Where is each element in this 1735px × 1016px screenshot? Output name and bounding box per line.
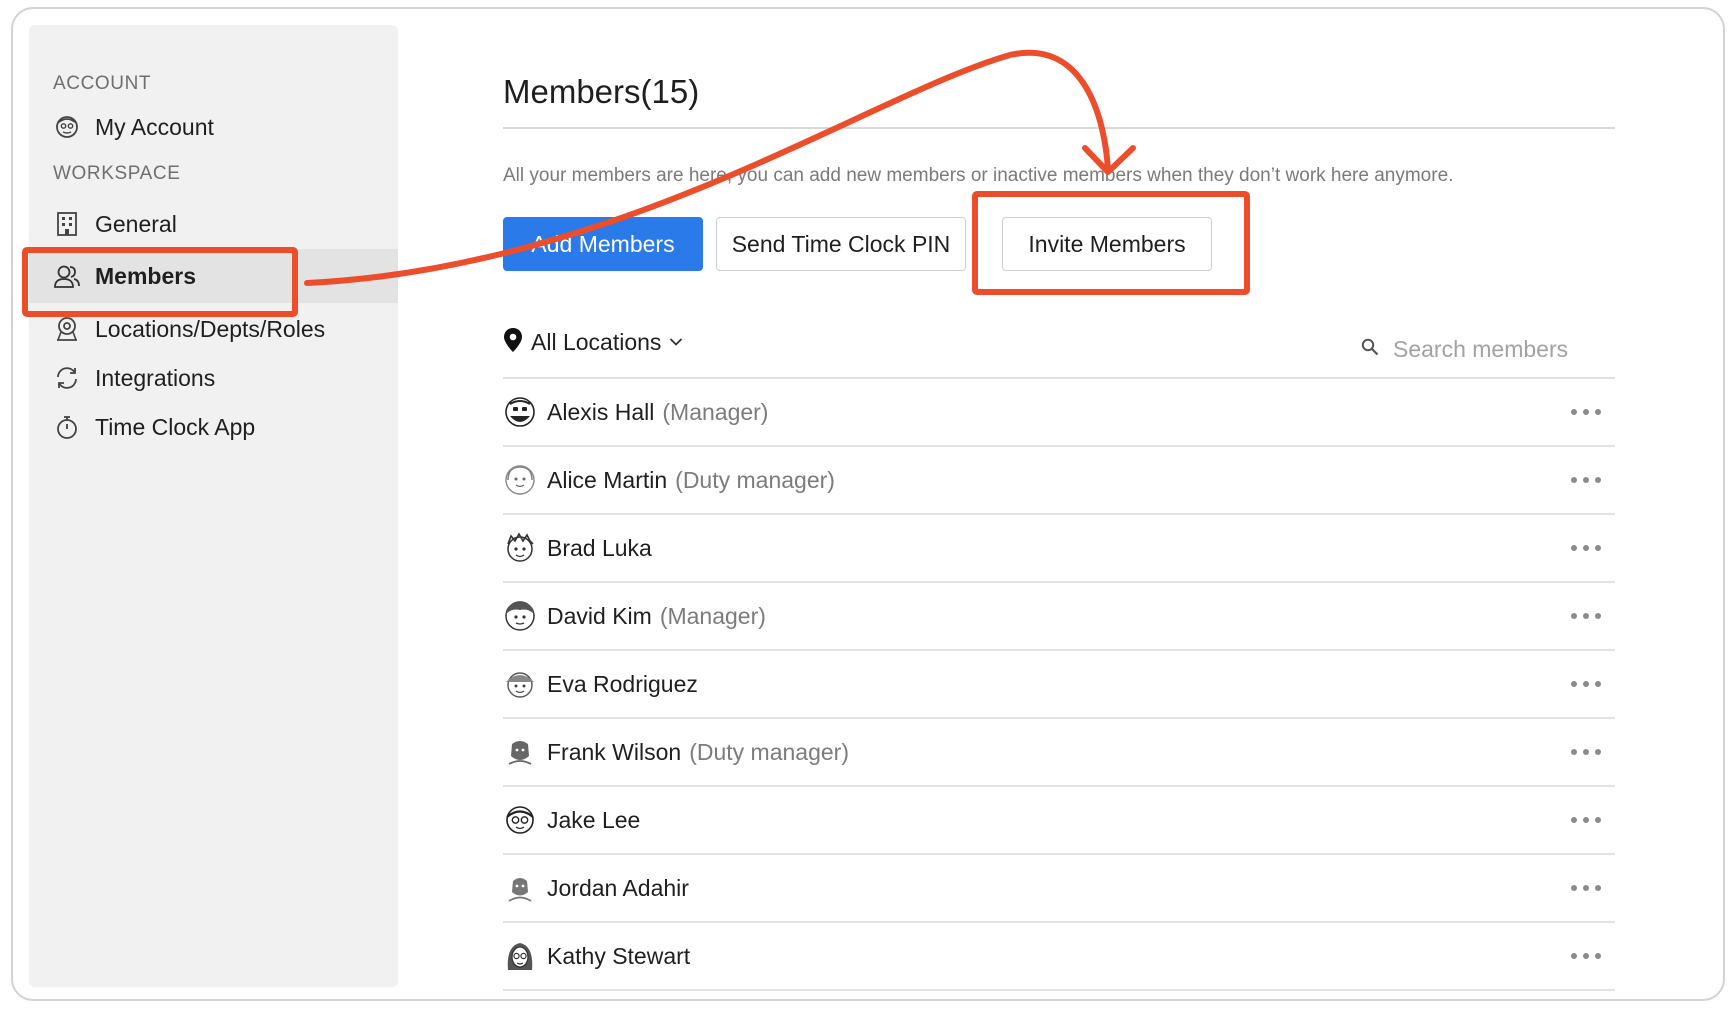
title-divider bbox=[503, 127, 1615, 129]
member-role: (Manager) bbox=[659, 602, 766, 629]
member-avatar-icon bbox=[503, 871, 537, 905]
member-name: Frank Wilson bbox=[547, 738, 682, 765]
member-row[interactable]: Jake Lee bbox=[503, 787, 1615, 855]
member-row[interactable]: David Kim (Manager) bbox=[503, 583, 1615, 651]
chevron-down-icon bbox=[669, 334, 683, 352]
sidebar-item-label: Time Clock App bbox=[95, 413, 256, 440]
location-filter-dropdown[interactable]: All Locations bbox=[503, 327, 683, 358]
member-name: Jake Lee bbox=[547, 806, 641, 833]
member-name: David Kim bbox=[547, 602, 652, 629]
section-label-workspace: WORKSPACE bbox=[53, 163, 181, 184]
member-avatar-icon bbox=[503, 599, 537, 633]
more-options-icon[interactable] bbox=[1571, 809, 1601, 831]
member-row[interactable]: Alexis Hall (Manager) bbox=[503, 379, 1615, 447]
member-name: Alice Martin bbox=[547, 466, 668, 493]
member-avatar-icon bbox=[503, 531, 537, 565]
stopwatch-icon bbox=[53, 413, 81, 441]
sidebar-item-my-account[interactable]: My Account bbox=[29, 100, 398, 154]
sidebar-item-members[interactable]: Members bbox=[29, 249, 398, 303]
sync-icon bbox=[53, 364, 81, 392]
member-avatar-icon bbox=[503, 395, 537, 429]
users-icon bbox=[53, 262, 81, 290]
section-label-account: ACCOUNT bbox=[53, 73, 152, 94]
sidebar-item-label: Locations/Depts/Roles bbox=[95, 315, 326, 342]
sidebar-item-general[interactable]: General bbox=[29, 197, 398, 251]
member-role: (Duty manager) bbox=[689, 738, 849, 765]
map-pin-icon bbox=[503, 327, 523, 358]
member-list: Alexis Hall (Manager) Alice Martin (Duty… bbox=[503, 379, 1615, 991]
sidebar-item-locations[interactable]: Locations/Depts/Roles bbox=[29, 302, 398, 356]
search-box bbox=[1361, 327, 1601, 371]
sidebar-item-integrations[interactable]: Integrations bbox=[29, 351, 398, 405]
add-members-button[interactable]: Add Members bbox=[503, 217, 703, 271]
page-title: Members(15) bbox=[503, 73, 700, 110]
search-members-input[interactable] bbox=[1393, 335, 1593, 363]
location-icon bbox=[53, 315, 81, 343]
more-options-icon[interactable] bbox=[1571, 741, 1601, 763]
more-options-icon[interactable] bbox=[1571, 673, 1601, 695]
sidebar-item-label: Members bbox=[95, 262, 196, 289]
member-name: Brad Luka bbox=[547, 534, 652, 561]
member-name: Jordan Adahir bbox=[547, 874, 689, 901]
filter-row: All Locations bbox=[503, 327, 1615, 371]
sidebar-item-label: My Account bbox=[95, 113, 214, 140]
member-avatar-icon bbox=[503, 667, 537, 701]
member-name: Alexis Hall bbox=[547, 398, 655, 425]
member-avatar-icon bbox=[503, 939, 537, 973]
more-options-icon[interactable] bbox=[1571, 605, 1601, 627]
more-options-icon[interactable] bbox=[1571, 469, 1601, 491]
member-avatar-icon bbox=[503, 803, 537, 837]
member-role: (Duty manager) bbox=[675, 466, 835, 493]
sidebar-item-label: General bbox=[95, 210, 177, 237]
member-row[interactable]: Eva Rodriguez bbox=[503, 651, 1615, 719]
member-row[interactable]: Frank Wilson (Duty manager) bbox=[503, 719, 1615, 787]
more-options-icon[interactable] bbox=[1571, 537, 1601, 559]
member-row[interactable]: Kathy Stewart bbox=[503, 923, 1615, 991]
settings-window: ACCOUNT My Account WORKSPACE General Mem… bbox=[11, 7, 1725, 1001]
member-row[interactable]: Alice Martin (Duty manager) bbox=[503, 447, 1615, 515]
member-name: Eva Rodriguez bbox=[547, 670, 698, 697]
more-options-icon[interactable] bbox=[1571, 877, 1601, 899]
building-icon bbox=[53, 210, 81, 238]
member-avatar-icon bbox=[503, 735, 537, 769]
send-time-clock-pin-button[interactable]: Send Time Clock PIN bbox=[716, 217, 966, 271]
avatar-icon bbox=[53, 113, 81, 141]
member-row[interactable]: Brad Luka bbox=[503, 515, 1615, 583]
invite-members-button[interactable]: Invite Members bbox=[1002, 217, 1212, 271]
member-name: Kathy Stewart bbox=[547, 942, 691, 969]
main-content: Members(15) All your members are here, y… bbox=[503, 9, 1623, 999]
page-description: All your members are here, you can add n… bbox=[503, 165, 1454, 186]
more-options-icon[interactable] bbox=[1571, 401, 1601, 423]
more-options-icon[interactable] bbox=[1571, 945, 1601, 967]
member-row[interactable]: Jordan Adahir bbox=[503, 855, 1615, 923]
member-avatar-icon bbox=[503, 463, 537, 497]
sidebar-item-time-clock-app[interactable]: Time Clock App bbox=[29, 400, 398, 454]
member-role: (Manager) bbox=[662, 398, 769, 425]
sidebar-item-label: Integrations bbox=[95, 364, 216, 391]
search-icon bbox=[1361, 338, 1379, 361]
location-filter-label: All Locations bbox=[531, 329, 662, 355]
sidebar: ACCOUNT My Account WORKSPACE General Mem… bbox=[29, 25, 398, 987]
